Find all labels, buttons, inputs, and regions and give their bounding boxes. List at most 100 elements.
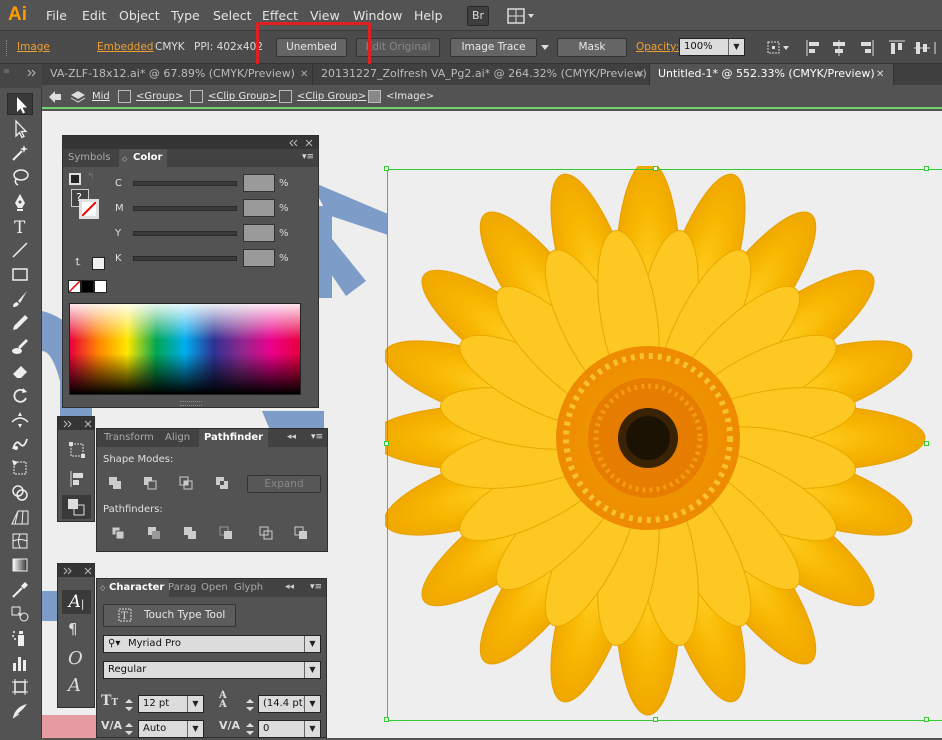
tracking-stepper-icon[interactable] (244, 721, 256, 737)
breadcrumb-clip-group-1[interactable]: <Clip Group> (208, 91, 277, 102)
menu-file[interactable]: File (46, 8, 67, 23)
close-icon[interactable]: ✕ (876, 69, 884, 80)
tab-opentype[interactable]: Open (196, 579, 233, 597)
warp-tool-icon[interactable] (7, 433, 33, 455)
trim-icon[interactable] (147, 526, 161, 540)
menu-select[interactable]: Select (213, 8, 252, 23)
color-spectrum-ramp[interactable] (69, 303, 301, 395)
panel-collapse-icon[interactable]: ◇ (100, 584, 105, 592)
collapse-icon[interactable]: ◂◂ (285, 582, 294, 592)
font-size-stepper-icon[interactable] (123, 697, 135, 713)
perspective-grid-tool-icon[interactable] (7, 506, 33, 528)
resize-handle[interactable] (384, 441, 389, 446)
out-of-gamut-icon[interactable]: ⮤ (75, 257, 81, 268)
back-arrow-icon[interactable] (47, 89, 63, 105)
tracking-dropdown-icon[interactable]: ▼ (304, 721, 320, 737)
panel-title-bar[interactable] (58, 417, 94, 430)
arrange-documents-icon[interactable] (506, 7, 536, 25)
tab-character[interactable]: Character (97, 579, 170, 597)
align-middle-icon[interactable] (913, 39, 931, 57)
font-size-field[interactable]: 12 pt ▼ (138, 695, 204, 713)
leading-dropdown-icon[interactable]: ▼ (304, 696, 320, 712)
font-size-dropdown-icon[interactable]: ▼ (187, 696, 203, 712)
menu-object[interactable]: Object (119, 8, 160, 23)
mask-button[interactable]: Mask (557, 38, 627, 57)
align-panel-icon[interactable] (68, 470, 86, 488)
merge-icon[interactable] (183, 526, 197, 540)
kerning-stepper-icon[interactable] (123, 721, 135, 737)
white-swatch[interactable] (94, 280, 107, 293)
magic-wand-tool-icon[interactable] (7, 142, 33, 164)
leading-field[interactable]: (14.4 pt) ▼ (258, 695, 321, 713)
opentype-panel-icon[interactable]: O (68, 648, 83, 669)
menu-help[interactable]: Help (414, 8, 443, 23)
pencil-tool-icon[interactable] (7, 312, 33, 334)
blend-tool-icon[interactable] (7, 603, 33, 625)
embedded-link[interactable]: Embedded (97, 41, 153, 53)
tools-panel-header[interactable] (0, 64, 42, 88)
magenta-slider[interactable] (133, 206, 237, 211)
unite-icon[interactable] (108, 476, 122, 490)
panel-menu-icon[interactable]: ▾≡ (310, 582, 322, 592)
close-icon[interactable]: ✕ (300, 69, 308, 80)
slice-tool-icon[interactable] (7, 700, 33, 722)
resize-grip[interactable] (180, 401, 202, 406)
glyphs-panel-icon[interactable]: A (68, 675, 81, 696)
selection-tool-icon[interactable] (7, 93, 33, 115)
panel-menu-icon[interactable]: ▾≡ (311, 432, 323, 442)
character-panel-icon[interactable]: A| (62, 590, 91, 614)
crop-icon[interactable] (219, 526, 233, 540)
column-graph-tool-icon[interactable] (7, 652, 33, 674)
font-family-field[interactable]: ⚲▾ Myriad Pro ▼ (103, 635, 321, 653)
exclude-icon[interactable] (215, 476, 229, 490)
grip-handle[interactable] (6, 40, 9, 56)
pathfinder-panel-icon[interactable] (62, 495, 91, 519)
tab-symbols[interactable]: Symbols (63, 149, 115, 167)
tab-document-1[interactable]: VA-ZLF-18x12.ai* @ 67.89% (CMYK/Preview) (42, 64, 313, 85)
opacity-link[interactable]: Opacity: (636, 41, 679, 53)
align-left-icon[interactable] (805, 39, 823, 57)
paintbrush-tool-icon[interactable] (7, 288, 33, 310)
tab-pathfinder[interactable]: Pathfinder (199, 429, 269, 447)
image-trace-button[interactable]: Image Trace (450, 38, 537, 57)
in-gamut-swatch[interactable] (92, 257, 105, 270)
pen-tool-icon[interactable] (7, 191, 33, 213)
outline-icon[interactable] (259, 526, 273, 540)
menu-view[interactable]: View (310, 8, 340, 23)
align-center-icon[interactable] (830, 39, 848, 57)
stroke-swatch[interactable] (79, 199, 99, 219)
close-icon[interactable]: ✕ (636, 69, 644, 80)
breadcrumb-group[interactable]: <Group> (136, 91, 183, 102)
leading-stepper-icon[interactable] (244, 697, 256, 713)
eyedropper-tool-icon[interactable] (7, 579, 33, 601)
yellow-value-field[interactable] (243, 224, 275, 242)
panel-title-bar[interactable] (58, 564, 94, 577)
panel-title-bar[interactable] (63, 136, 318, 149)
resize-handle[interactable] (924, 717, 929, 722)
transform-panel-icon[interactable] (68, 441, 86, 459)
kerning-field[interactable]: Auto ▼ (138, 720, 204, 738)
direct-selection-tool-icon[interactable] (7, 118, 33, 140)
minus-front-icon[interactable] (143, 476, 157, 490)
object-type-link[interactable]: Image (17, 41, 50, 53)
resize-handle[interactable] (653, 166, 658, 171)
shape-builder-tool-icon[interactable] (7, 482, 33, 504)
image-trace-dropdown-icon[interactable] (539, 41, 551, 53)
black-value-field[interactable] (243, 249, 275, 267)
artboard-tool-icon[interactable] (7, 676, 33, 698)
lasso-tool-icon[interactable] (7, 166, 33, 188)
panel-collapse-icon[interactable]: ◇ (122, 155, 127, 163)
tab-document-2[interactable]: 20131227_Zolfresh VA_Pg2.ai* @ 264.32% (… (313, 64, 650, 85)
font-family-dropdown-icon[interactable]: ▼ (304, 636, 320, 652)
black-swatch[interactable] (81, 280, 94, 293)
bridge-button[interactable]: Br (467, 6, 489, 26)
font-style-field[interactable]: Regular ▼ (103, 661, 321, 679)
cyan-slider[interactable] (133, 181, 237, 186)
tab-document-3[interactable]: Untitled-1* @ 552.33% (CMYK/Preview) (650, 64, 894, 85)
resize-handle[interactable] (384, 717, 389, 722)
free-transform-tool-icon[interactable] (7, 457, 33, 479)
default-fill-stroke-icon[interactable] (69, 173, 81, 185)
transform-reference-icon[interactable] (765, 39, 791, 57)
magenta-value-field[interactable] (243, 199, 275, 217)
more-align-icon[interactable] (934, 39, 942, 57)
